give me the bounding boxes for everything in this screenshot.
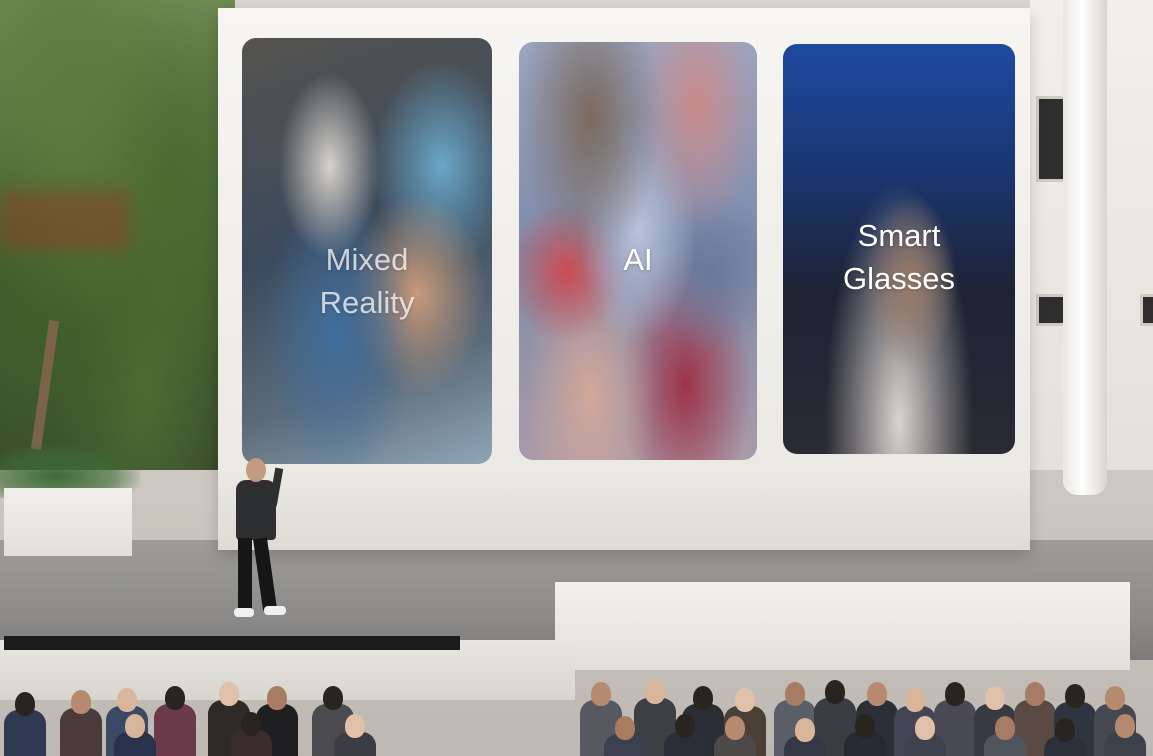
audience-head bbox=[71, 690, 91, 714]
audience-head bbox=[219, 682, 239, 706]
audience-head bbox=[267, 686, 287, 710]
audience-head bbox=[117, 688, 137, 712]
audience bbox=[0, 652, 1153, 756]
presenter-shoe bbox=[234, 608, 254, 617]
audience-head bbox=[795, 718, 815, 742]
audience-head bbox=[645, 680, 665, 704]
audience-head bbox=[1025, 682, 1045, 706]
screen-label-mixed-reality: Mixed Reality bbox=[319, 242, 415, 320]
audience-member bbox=[60, 708, 102, 756]
tree-trunk bbox=[31, 319, 59, 451]
stage-edge bbox=[4, 636, 460, 650]
audience-head bbox=[825, 680, 845, 704]
audience-head bbox=[323, 686, 343, 710]
audience-head bbox=[693, 686, 713, 710]
presenter-head bbox=[246, 458, 266, 482]
screen-ai: AI bbox=[519, 42, 757, 460]
audience-head bbox=[915, 716, 935, 740]
audience-head bbox=[165, 686, 185, 710]
audience-head bbox=[735, 688, 755, 712]
audience-head bbox=[1055, 718, 1075, 742]
audience-head bbox=[15, 692, 35, 716]
audience-head bbox=[785, 682, 805, 706]
screen-label-smart-glasses: Smart Glasses bbox=[843, 218, 955, 296]
audience-head bbox=[591, 682, 611, 706]
audience-member bbox=[4, 710, 46, 756]
screen-label-ai: AI bbox=[623, 242, 653, 277]
audience-head bbox=[867, 682, 887, 706]
audience-head bbox=[995, 716, 1015, 740]
audience-head bbox=[945, 682, 965, 706]
presenter-leg bbox=[253, 537, 277, 611]
audience-head bbox=[615, 716, 635, 740]
screen-smart-glasses: Smart Glasses bbox=[783, 44, 1015, 454]
white-pillar bbox=[1063, 0, 1107, 495]
audience-head bbox=[985, 686, 1005, 710]
audience-head bbox=[725, 716, 745, 740]
audience-head bbox=[345, 714, 365, 738]
trees-background bbox=[0, 0, 235, 470]
audience-head bbox=[125, 714, 145, 738]
presenter-torso bbox=[236, 480, 276, 540]
audience-head bbox=[905, 688, 925, 712]
planter-box bbox=[4, 488, 132, 556]
audience-head bbox=[675, 714, 695, 738]
screen-mixed-reality: Mixed Reality bbox=[242, 38, 492, 464]
audience-head bbox=[1105, 686, 1125, 710]
presenter-shoe bbox=[264, 606, 286, 615]
presenter-leg bbox=[238, 538, 252, 610]
audience-head bbox=[241, 712, 261, 736]
audience-head bbox=[855, 714, 875, 738]
building-window bbox=[1140, 294, 1153, 326]
audience-member bbox=[154, 704, 196, 756]
display-wall: Mixed Reality AI Smart Glasses bbox=[218, 8, 1030, 550]
presenter bbox=[226, 458, 296, 623]
keynote-scene: Mixed Reality AI Smart Glasses bbox=[0, 0, 1153, 756]
audience-head bbox=[1065, 684, 1085, 708]
audience-head bbox=[1115, 714, 1135, 738]
